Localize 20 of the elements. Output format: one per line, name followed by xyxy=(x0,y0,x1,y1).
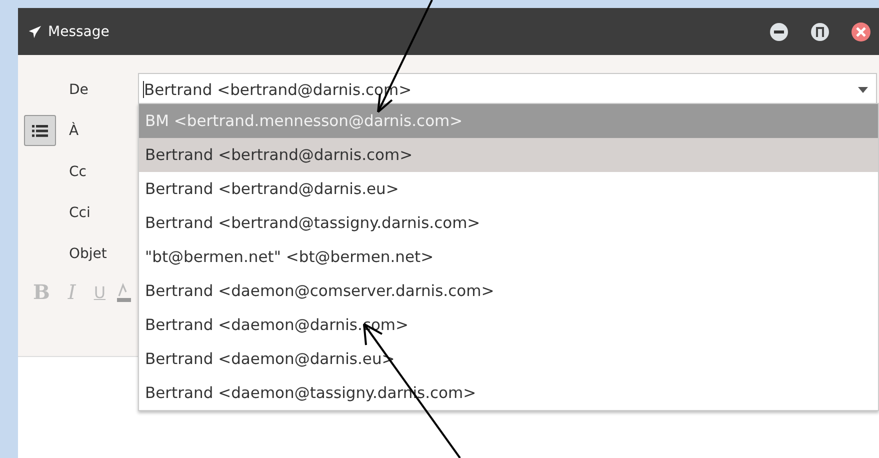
dropdown-arrow-icon xyxy=(858,86,868,92)
field-label: De xyxy=(69,82,90,98)
field-label: Objet xyxy=(69,246,108,262)
dropdown-option[interactable]: "bt@bermen.net" <bt@bermen.net> xyxy=(139,240,878,274)
window-title: Message xyxy=(48,24,110,40)
text-color-icon[interactable] xyxy=(116,282,131,302)
list-button[interactable] xyxy=(24,115,56,146)
paper-plane-icon xyxy=(28,24,42,38)
maximize-button[interactable] xyxy=(810,22,830,42)
dropdown-option[interactable]: Bertrand <daemon@darnis.com> xyxy=(139,308,878,342)
field-label: À xyxy=(69,122,80,138)
field-label: Cci xyxy=(69,204,92,220)
dropdown-option[interactable]: Bertrand <bertrand@darnis.com> xyxy=(139,138,878,172)
dropdown-option[interactable]: Bertrand <daemon@comserver.darnis.com> xyxy=(139,274,878,308)
dropdown-option[interactable]: Bertrand <bertrand@tassigny.darnis.com> xyxy=(139,206,878,240)
dropdown-option[interactable]: Bertrand <bertrand@darnis.eu> xyxy=(139,172,878,206)
list-icon xyxy=(32,124,48,136)
minimize-button[interactable] xyxy=(769,22,789,42)
close-button[interactable] xyxy=(851,22,871,42)
field-label: Cc xyxy=(69,164,88,180)
